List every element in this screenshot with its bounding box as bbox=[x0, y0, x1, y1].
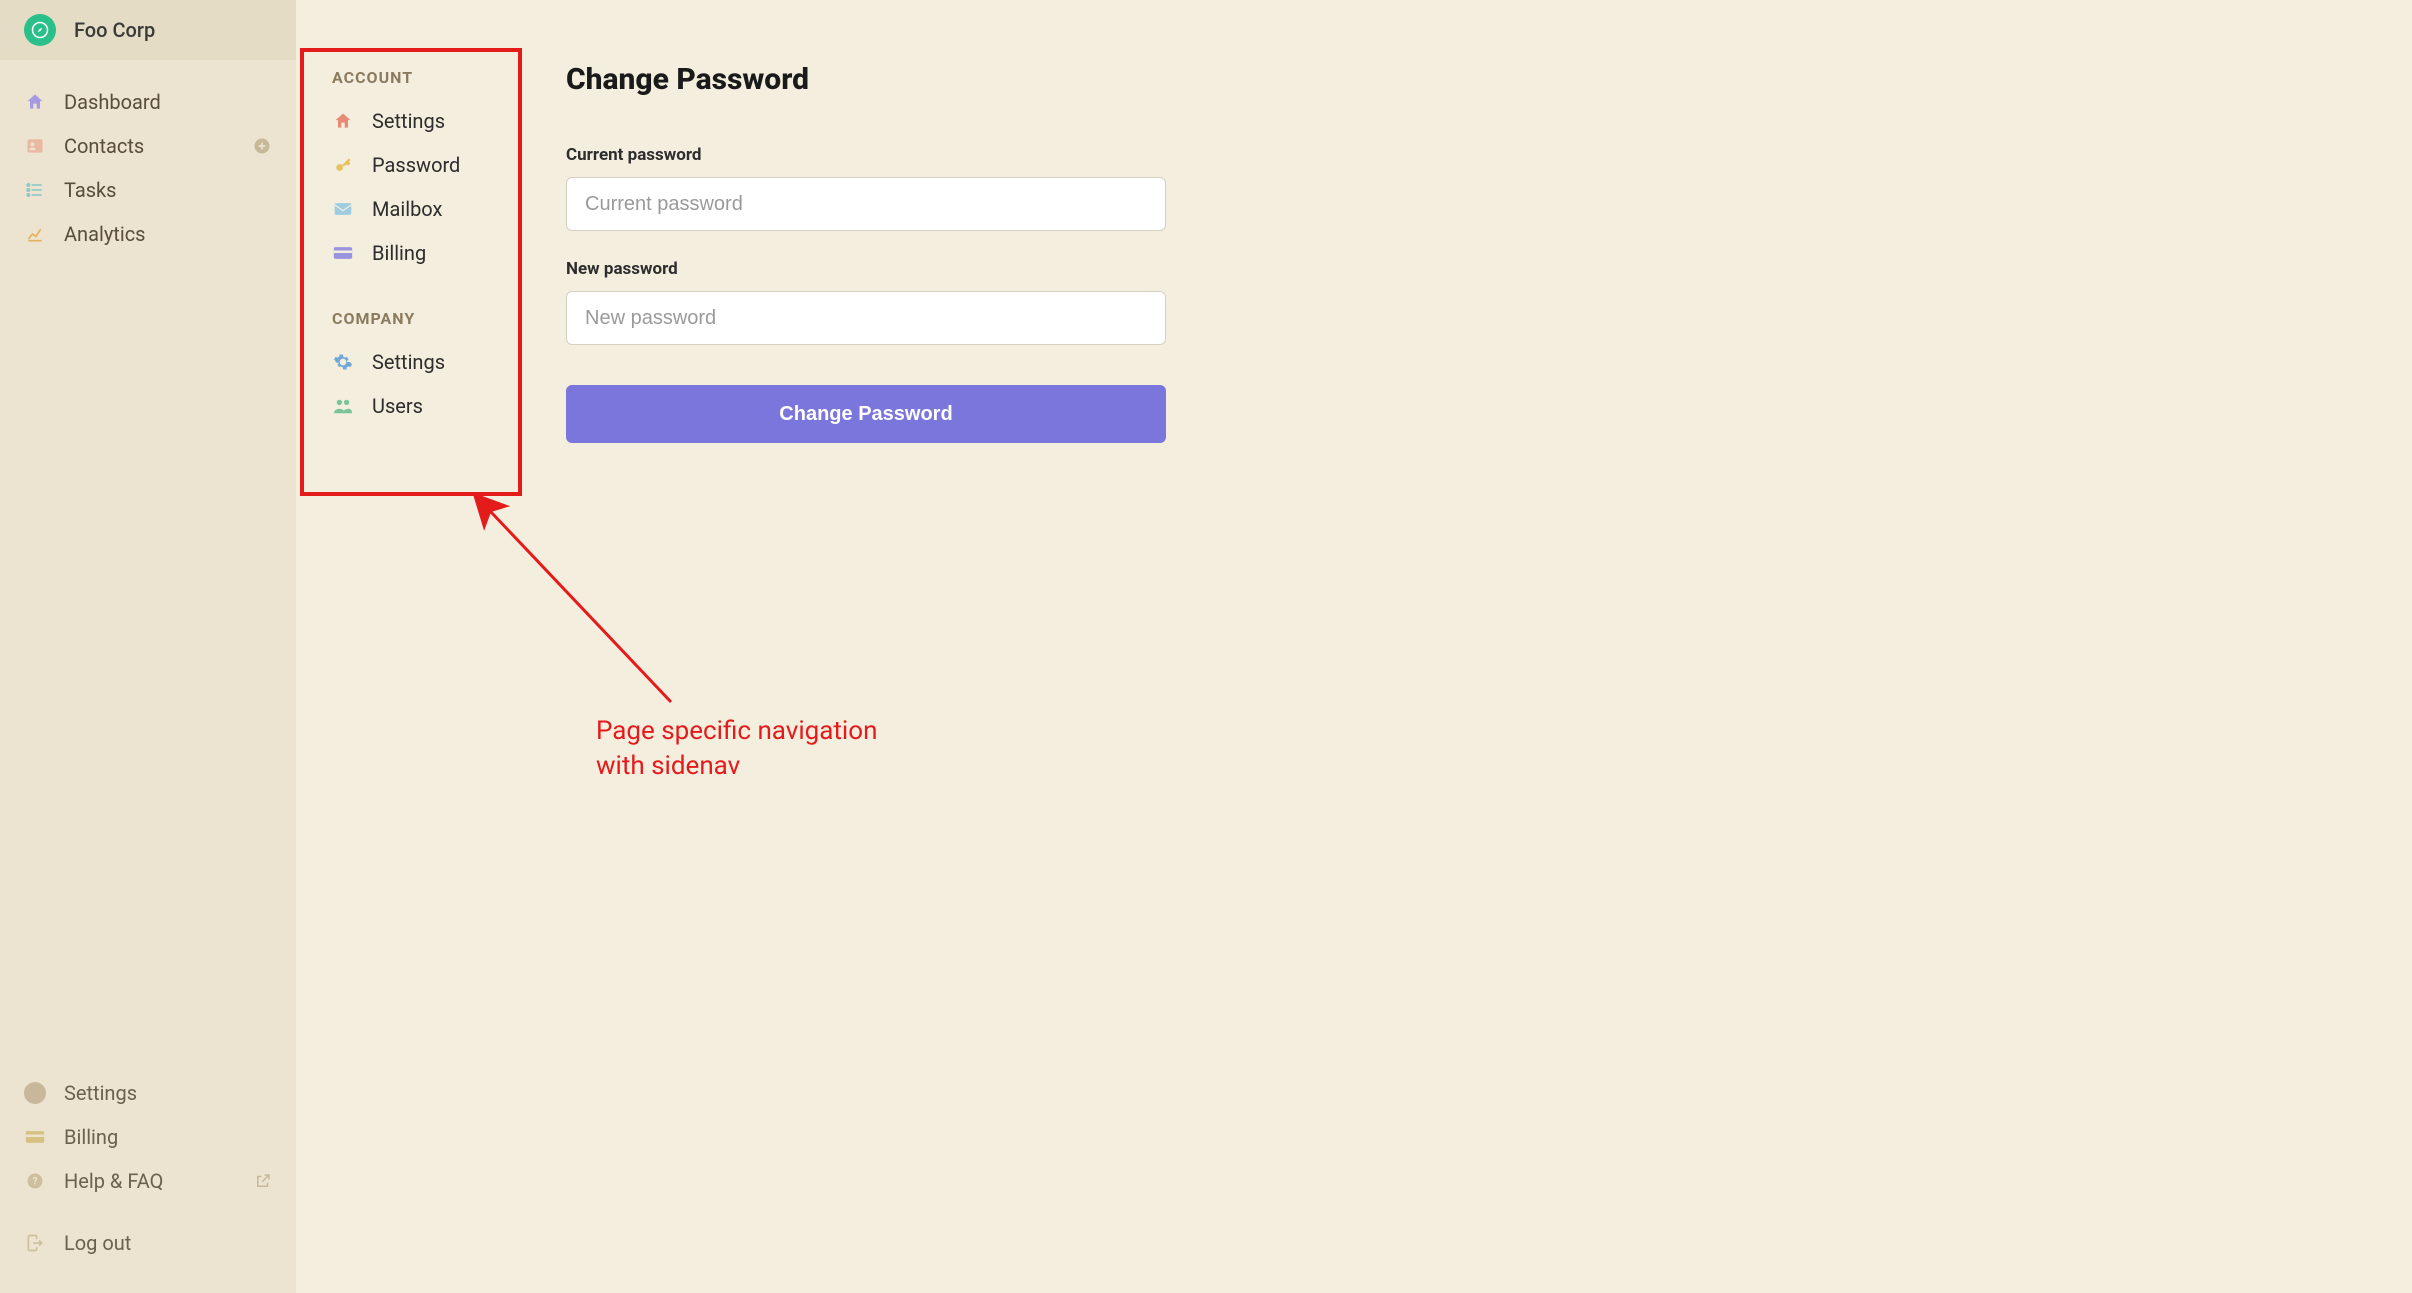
primary-sidebar: Foo Corp Dashboard Contacts bbox=[0, 0, 296, 1293]
subnav-group-title-account: ACCOUNT bbox=[332, 68, 516, 87]
nav-item-billing[interactable]: Billing bbox=[0, 1115, 296, 1159]
nav-item-label: Log out bbox=[64, 1231, 131, 1255]
form-group-current-password: Current password bbox=[566, 145, 1386, 231]
nav-item-tasks[interactable]: Tasks bbox=[0, 168, 296, 212]
secondary-sidebar: ACCOUNT Settings Password Mailbox bbox=[296, 0, 526, 1293]
subnav-item-users[interactable]: Users bbox=[332, 384, 516, 428]
svg-text:?: ? bbox=[33, 1176, 38, 1187]
users-icon bbox=[332, 397, 354, 415]
list-icon bbox=[24, 180, 46, 200]
subnav-item-label: Users bbox=[372, 394, 423, 418]
nav-item-label: Settings bbox=[64, 1081, 137, 1105]
nav-item-dashboard[interactable]: Dashboard bbox=[0, 80, 296, 124]
subnav-item-label: Password bbox=[372, 153, 460, 177]
nav-item-contacts[interactable]: Contacts bbox=[0, 124, 296, 168]
chart-icon bbox=[24, 224, 46, 244]
nav-item-label: Tasks bbox=[64, 178, 117, 202]
home-icon bbox=[24, 92, 46, 112]
content-area: Change Password Current password New pas… bbox=[526, 0, 1426, 1293]
nav-item-label: Help & FAQ bbox=[64, 1169, 163, 1193]
new-password-label: New password bbox=[566, 259, 1386, 279]
subnav-item-company-settings[interactable]: Settings bbox=[332, 340, 516, 384]
home-icon bbox=[332, 111, 354, 131]
nav-item-label: Billing bbox=[64, 1125, 118, 1149]
primary-nav-bottom: Settings Billing ? Help & FAQ bbox=[0, 1061, 296, 1293]
subnav-item-label: Billing bbox=[372, 241, 426, 265]
subnav-item-mailbox[interactable]: Mailbox bbox=[332, 187, 516, 231]
help-icon: ? bbox=[24, 1171, 46, 1191]
new-password-input[interactable] bbox=[566, 291, 1166, 345]
credit-card-icon bbox=[24, 1129, 46, 1145]
contacts-icon bbox=[24, 136, 46, 156]
change-password-button[interactable]: Change Password bbox=[566, 385, 1166, 443]
current-password-label: Current password bbox=[566, 145, 1386, 165]
current-password-input[interactable] bbox=[566, 177, 1166, 231]
nav-item-settings[interactable]: Settings bbox=[0, 1071, 296, 1115]
subnav-group-title-company: COMPANY bbox=[332, 309, 516, 328]
primary-nav-top: Dashboard Contacts Tasks bbox=[0, 60, 296, 256]
subnav-item-password[interactable]: Password bbox=[332, 143, 516, 187]
main-area: ACCOUNT Settings Password Mailbox bbox=[296, 0, 2412, 1293]
compass-icon bbox=[24, 14, 56, 46]
brand-title: Foo Corp bbox=[74, 18, 155, 42]
subnav-item-label: Settings bbox=[372, 109, 445, 133]
nav-item-label: Analytics bbox=[64, 222, 146, 246]
nav-item-label: Dashboard bbox=[64, 90, 161, 114]
envelope-icon bbox=[332, 201, 354, 217]
key-icon bbox=[332, 155, 354, 175]
gear-icon bbox=[332, 352, 354, 372]
form-group-new-password: New password bbox=[566, 259, 1386, 345]
subnav-item-account-settings[interactable]: Settings bbox=[332, 99, 516, 143]
nav-item-help[interactable]: ? Help & FAQ bbox=[0, 1159, 296, 1203]
credit-card-icon bbox=[332, 245, 354, 261]
nav-item-label: Contacts bbox=[64, 134, 144, 158]
plus-circle-icon[interactable] bbox=[252, 136, 272, 156]
avatar-icon bbox=[24, 1082, 46, 1104]
subnav-item-billing[interactable]: Billing bbox=[332, 231, 516, 275]
page-title: Change Password bbox=[566, 62, 1386, 97]
external-link-icon bbox=[254, 1172, 272, 1190]
nav-item-logout[interactable]: Log out bbox=[0, 1221, 296, 1265]
nav-item-analytics[interactable]: Analytics bbox=[0, 212, 296, 256]
subnav-item-label: Mailbox bbox=[372, 197, 442, 221]
brand-header[interactable]: Foo Corp bbox=[0, 0, 296, 60]
logout-icon bbox=[24, 1233, 46, 1253]
subnav-item-label: Settings bbox=[372, 350, 445, 374]
